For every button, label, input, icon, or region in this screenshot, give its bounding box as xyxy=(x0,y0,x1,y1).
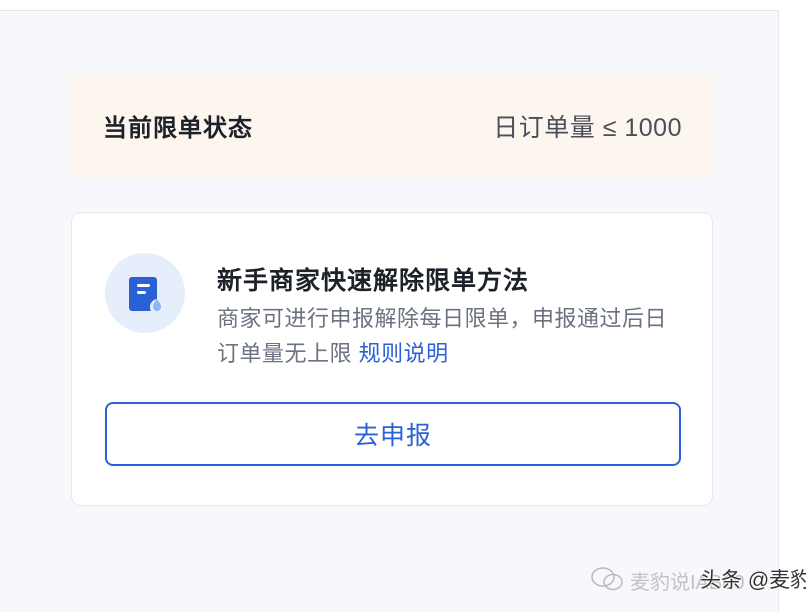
report-button[interactable]: 去申报 xyxy=(105,402,681,466)
watermark-text: 头条 @麦豹说 xyxy=(700,569,806,592)
rules-link[interactable]: 规则说明 xyxy=(359,341,449,366)
wechat-logo-icon xyxy=(591,567,623,591)
card-title: 新手商家快速解除限单方法 xyxy=(217,267,530,295)
watermark: 麦豹说IAB00 头条 @麦豹说 xyxy=(590,562,806,596)
status-label: 当前限单状态 xyxy=(103,115,253,142)
card-description: 商家可进行申报解除每日限单，申报通过后日订单量无上限 规则说明 xyxy=(217,301,687,371)
status-value: 日订单量 ≤ 1000 xyxy=(493,114,682,142)
limit-status-bar: 当前限单状态 日订单量 ≤ 1000 xyxy=(71,73,712,177)
unlock-method-card: 新手商家快速解除限单方法 商家可进行申报解除每日限单，申报通过后日订单量无上限 … xyxy=(71,212,713,506)
document-icon xyxy=(105,253,185,333)
content-panel: 当前限单状态 日订单量 ≤ 1000 新手商家快速解除限单方法 商家可进行申报解… xyxy=(0,10,779,612)
